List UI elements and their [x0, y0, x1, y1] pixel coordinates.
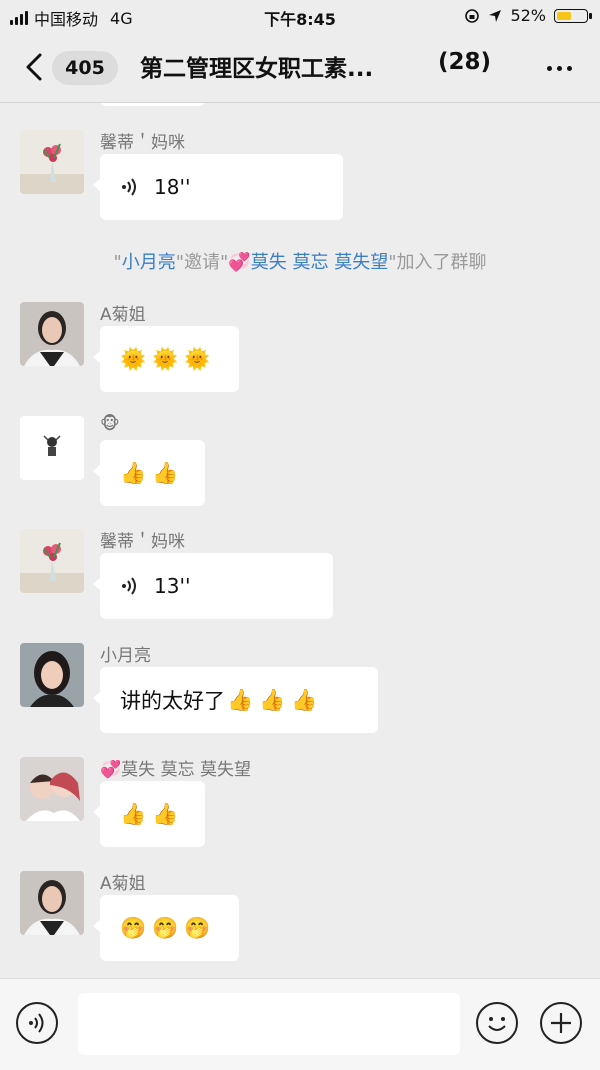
input-bar: [0, 978, 600, 1070]
sender-name: 💞莫失 莫忘 莫失望: [100, 760, 251, 780]
emoji-message-bubble[interactable]: 👍 👍: [93, 781, 205, 847]
emoji-group: 👍 👍 👍: [227, 688, 317, 713]
smiley-icon[interactable]: [476, 1002, 518, 1044]
previous-message-bubble: [100, 103, 205, 106]
emoji-message-bubble[interactable]: 🌞 🌞 🌞: [93, 326, 239, 392]
battery-percent: 52%: [510, 6, 546, 25]
emoji-group: 🌞 🌞 🌞: [120, 347, 210, 372]
invitee-names[interactable]: 💞莫失 莫忘 莫失望: [228, 252, 388, 273]
rotation-lock-icon: [465, 8, 480, 23]
voice-toggle-icon[interactable]: [16, 1002, 58, 1044]
sender-name: 小月亮: [100, 646, 151, 666]
thumbs-up-emoji: 👍: [120, 801, 147, 826]
chat-message-list[interactable]: 馨蒂＇妈咪 18'' "小月亮"邀请"💞莫失 莫忘 莫失望"加入了群聊 A菊姐 …: [0, 103, 600, 978]
message-input[interactable]: [78, 993, 460, 1055]
voice-duration: 18'': [154, 175, 191, 199]
thumbs-up-emoji: 👍: [227, 687, 254, 712]
inviter-name[interactable]: 小月亮: [122, 252, 176, 273]
battery-icon: [554, 8, 592, 23]
sender-name: A菊姐: [100, 874, 146, 894]
text-message-bubble[interactable]: 讲的太好了 👍 👍 👍: [93, 667, 378, 733]
sender-name: 馨蒂＇妈咪: [100, 133, 185, 153]
avatar[interactable]: [20, 130, 84, 194]
location-icon: [489, 9, 502, 22]
avatar[interactable]: [20, 416, 84, 480]
system-notice-invite: "小月亮"邀请"💞莫失 莫忘 莫失望"加入了群聊: [113, 252, 487, 273]
member-count: (28): [438, 49, 492, 75]
avatar[interactable]: [20, 643, 84, 707]
sender-name: 馨蒂＇妈咪: [100, 532, 185, 552]
thumbs-up-emoji: 👍: [152, 801, 179, 826]
sun-emoji: 🌞: [120, 346, 147, 371]
chat-title: 第二管理区女职工素...: [140, 56, 374, 82]
avatar[interactable]: [20, 871, 84, 935]
status-bar: 中国移动 4G 下午8:45 52%: [0, 0, 600, 34]
thumbs-up-emoji: 👍: [152, 460, 179, 485]
voice-duration: 13'': [154, 574, 191, 598]
thumbs-up-emoji: 👍: [259, 687, 286, 712]
voice-message-bubble[interactable]: 13'': [93, 553, 333, 619]
emoji-group: 👍 👍: [120, 461, 178, 486]
voice-wave-icon: [122, 178, 136, 196]
hand-over-mouth-emoji: 🤭: [184, 915, 211, 940]
avatar[interactable]: [20, 302, 84, 366]
plus-icon[interactable]: [540, 1002, 582, 1044]
emoji-group: 👍 👍: [120, 802, 178, 827]
thumbs-up-emoji: 👍: [120, 460, 147, 485]
hand-over-mouth-emoji: 🤭: [152, 915, 179, 940]
chevron-left-icon[interactable]: [22, 52, 48, 82]
avatar[interactable]: [20, 757, 84, 821]
avatar[interactable]: [20, 529, 84, 593]
sender-name: 🐵: [100, 414, 120, 434]
more-dots-icon[interactable]: [547, 66, 572, 71]
emoji-message-bubble[interactable]: 🤭 🤭 🤭: [93, 895, 239, 961]
emoji-group: 🤭 🤭 🤭: [120, 916, 210, 941]
unread-count-badge[interactable]: 405: [52, 51, 118, 85]
voice-wave-icon: [122, 577, 136, 595]
sender-name: A菊姐: [100, 305, 146, 325]
nav-bar: 405 第二管理区女职工素... (28): [0, 34, 600, 103]
sun-emoji: 🌞: [152, 346, 179, 371]
message-text: 讲的太好了: [120, 689, 225, 713]
hand-over-mouth-emoji: 🤭: [120, 915, 147, 940]
sun-emoji: 🌞: [184, 346, 211, 371]
voice-message-bubble[interactable]: 18'': [93, 154, 343, 220]
emoji-message-bubble[interactable]: 👍 👍: [93, 440, 205, 506]
thumbs-up-emoji: 👍: [291, 687, 318, 712]
